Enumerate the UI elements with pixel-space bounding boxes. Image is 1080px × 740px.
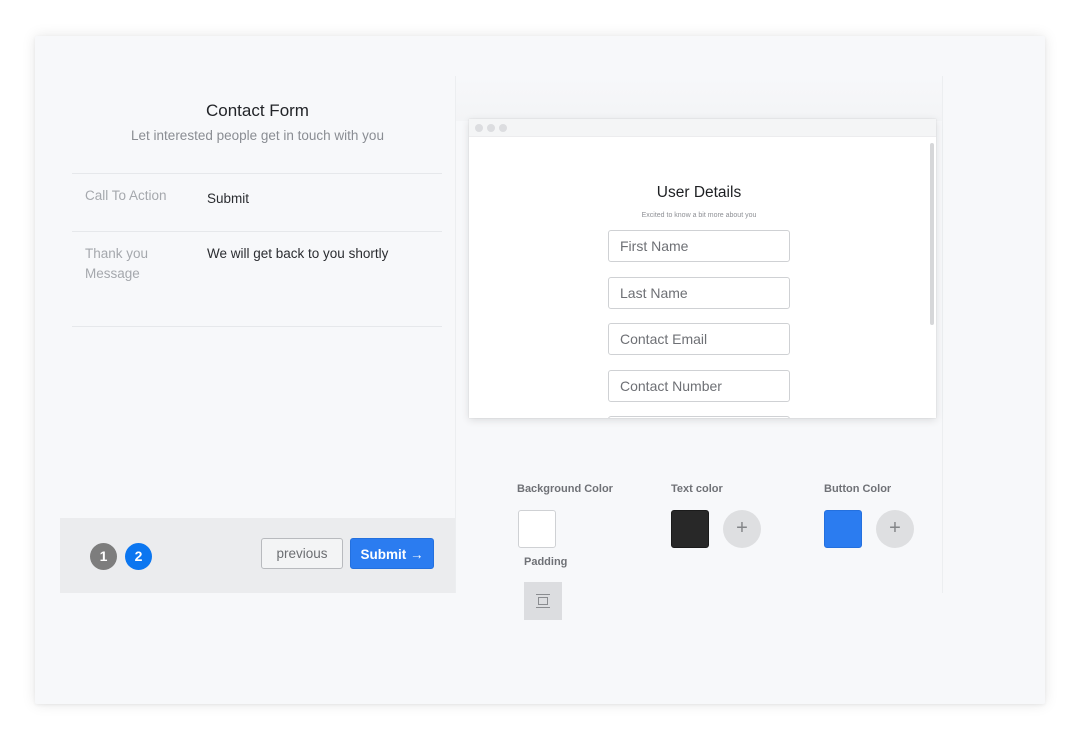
divider <box>72 326 442 327</box>
form-title: Contact Form <box>206 101 309 120</box>
arrow-right-icon: → <box>410 547 424 562</box>
window-maximize-dot-icon <box>499 124 507 132</box>
divider <box>72 173 442 174</box>
divider <box>72 231 442 232</box>
padding-icon <box>536 594 550 608</box>
panel-header-shade <box>456 76 942 121</box>
form-settings-panel: Contact Form Let interested people get i… <box>60 76 455 593</box>
window-minimize-dot-icon <box>487 124 495 132</box>
thank-you-message-value[interactable]: We will get back to you shortly <box>207 244 388 264</box>
text-color-label: Text color <box>671 483 723 495</box>
preview-scrollbar[interactable] <box>930 143 934 325</box>
submit-button[interactable]: Submit → <box>350 538 434 569</box>
preview-form-title: User Details <box>656 184 742 201</box>
plus-icon: + <box>889 517 901 539</box>
last-name-input[interactable]: Last Name <box>608 277 790 309</box>
form-preview-window: User Details Excited to know a bit more … <box>469 119 936 418</box>
call-to-action-value[interactable]: Submit <box>207 189 249 209</box>
step-1-indicator[interactable]: 1 <box>90 543 117 570</box>
add-text-color-button[interactable]: + <box>723 510 761 548</box>
button-color-swatch[interactable] <box>824 510 862 548</box>
step-2-indicator[interactable]: 2 <box>125 543 152 570</box>
window-close-dot-icon <box>475 124 483 132</box>
call-to-action-label: Call To Action <box>85 188 167 203</box>
previous-button[interactable]: previous <box>261 538 343 569</box>
contact-email-input[interactable]: Contact Email <box>608 323 790 355</box>
form-subtitle: Let interested people get in touch with … <box>131 128 384 143</box>
background-color-label: Background Color <box>517 483 613 495</box>
text-color-swatch[interactable] <box>671 510 709 548</box>
button-color-label: Button Color <box>824 483 892 495</box>
wizard-footer: 1 2 previous Submit → <box>60 518 455 593</box>
background-color-swatch[interactable] <box>518 510 556 548</box>
preview-form-subtitle: Excited to know a bit more about you <box>641 212 757 219</box>
contact-number-input[interactable]: Contact Number <box>608 370 790 402</box>
padding-label: Padding <box>524 556 568 568</box>
preview-panel: User Details Excited to know a bit more … <box>455 76 943 620</box>
window-titlebar <box>469 119 936 137</box>
partial-input[interactable] <box>608 416 790 418</box>
add-button-color-button[interactable]: + <box>876 510 914 548</box>
plus-icon: + <box>736 517 748 539</box>
thank-you-message-label: Thank you Message <box>85 246 149 281</box>
padding-button[interactable] <box>524 582 562 620</box>
submit-button-label: Submit <box>360 547 407 562</box>
first-name-input[interactable]: First Name <box>608 230 790 262</box>
